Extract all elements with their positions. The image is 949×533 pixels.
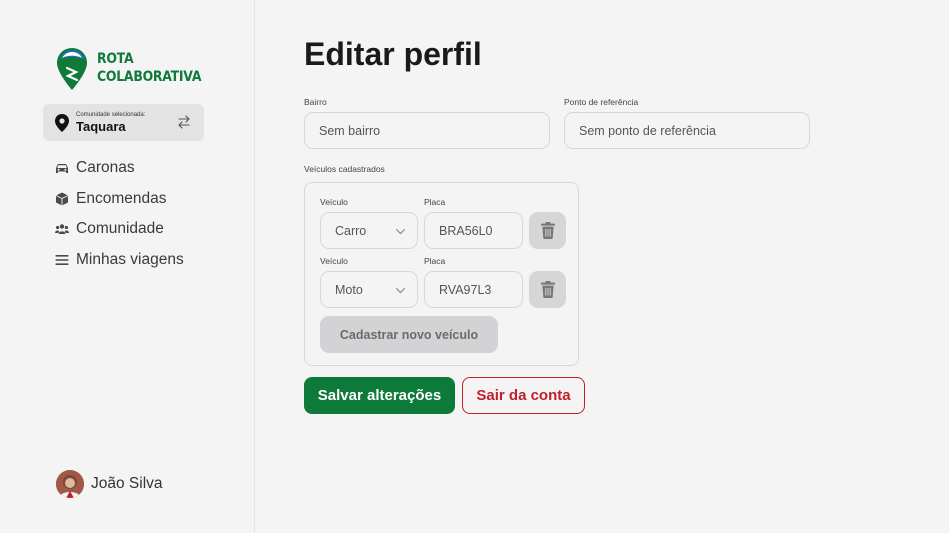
community-name: Taquara (76, 119, 126, 134)
vehicle-plate-label: Placa (424, 256, 446, 266)
referencia-label: Ponto de referência (564, 97, 639, 107)
nav-label: Minhas viagens (76, 250, 184, 268)
nav-label: Comunidade (76, 220, 164, 238)
community-caption: Comunidade selecionada: (76, 112, 146, 118)
referencia-input[interactable]: Sem ponto de referência (564, 112, 810, 149)
community-selector[interactable]: Comunidade selecionada: Taquara (43, 104, 204, 141)
nav-label: Caronas (76, 159, 135, 177)
referencia-placeholder: Sem ponto de referência (579, 123, 716, 138)
avatar (56, 470, 84, 498)
vehicle-plate-input[interactable]: BRA56L0 (424, 212, 523, 249)
avatar-photo (56, 470, 84, 498)
user-profile[interactable]: João Silva (56, 470, 163, 498)
swap-arrows-icon[interactable] (177, 115, 191, 129)
vehicle-type-select[interactable]: Carro (320, 212, 418, 249)
nav-item-comunidade[interactable]: Comunidade (55, 214, 184, 245)
page-title: Editar perfil (304, 36, 482, 72)
vehicle-type-select[interactable]: Moto (320, 271, 418, 308)
nav-label: Encomendas (76, 189, 167, 207)
bairro-label: Bairro (304, 97, 327, 107)
main-nav: Caronas Encomendas Comunidade Minhas via… (55, 153, 184, 275)
users-icon (55, 224, 69, 235)
car-icon (56, 164, 68, 174)
vehicles-label: Veículos cadastrados (304, 164, 385, 174)
trash-icon (540, 281, 555, 298)
add-vehicle-button[interactable]: Cadastrar novo veículo (320, 316, 498, 353)
save-button[interactable]: Salvar alterações (304, 377, 455, 414)
vehicle-plate-value: BRA56L0 (439, 223, 493, 238)
brand-name: ROTA COLABORATIVA (97, 50, 202, 86)
brand-line2: COLABORATIVA (97, 69, 202, 85)
list-icon (55, 254, 69, 265)
sidebar: ROTA COLABORATIVA Comunidade selecionada… (0, 0, 255, 533)
location-pin-icon (55, 113, 69, 132)
user-name: João Silva (91, 475, 163, 492)
brand-line1: ROTA (97, 51, 134, 67)
vehicle-plate-input[interactable]: RVA97L3 (424, 271, 523, 308)
delete-vehicle-button[interactable] (529, 212, 566, 249)
vehicle-type-label: Veículo (320, 256, 348, 266)
brand-logo[interactable]: ROTA COLABORATIVA (55, 46, 218, 92)
vehicle-type-value: Carro (335, 223, 367, 238)
package-icon (55, 192, 69, 206)
bairro-placeholder: Sem bairro (319, 123, 381, 138)
logout-button[interactable]: Sair da conta (462, 377, 585, 414)
delete-vehicle-button[interactable] (529, 271, 566, 308)
bairro-input[interactable]: Sem bairro (304, 112, 550, 149)
chevron-down-icon (395, 287, 406, 294)
nav-item-minhas-viagens[interactable]: Minhas viagens (55, 245, 184, 276)
vehicle-type-label: Veículo (320, 197, 348, 207)
vehicles-list: Veículo Placa Carro BRA56L0 Veículo Plac… (304, 182, 579, 366)
nav-item-caronas[interactable]: Caronas (55, 153, 184, 184)
vehicle-plate-value: RVA97L3 (439, 282, 492, 297)
vehicle-plate-label: Placa (424, 197, 446, 207)
map-pin-mountain-icon (57, 48, 87, 90)
trash-icon (540, 222, 555, 239)
nav-item-encomendas[interactable]: Encomendas (55, 184, 184, 215)
vehicle-type-value: Moto (335, 282, 363, 297)
chevron-down-icon (395, 228, 406, 235)
